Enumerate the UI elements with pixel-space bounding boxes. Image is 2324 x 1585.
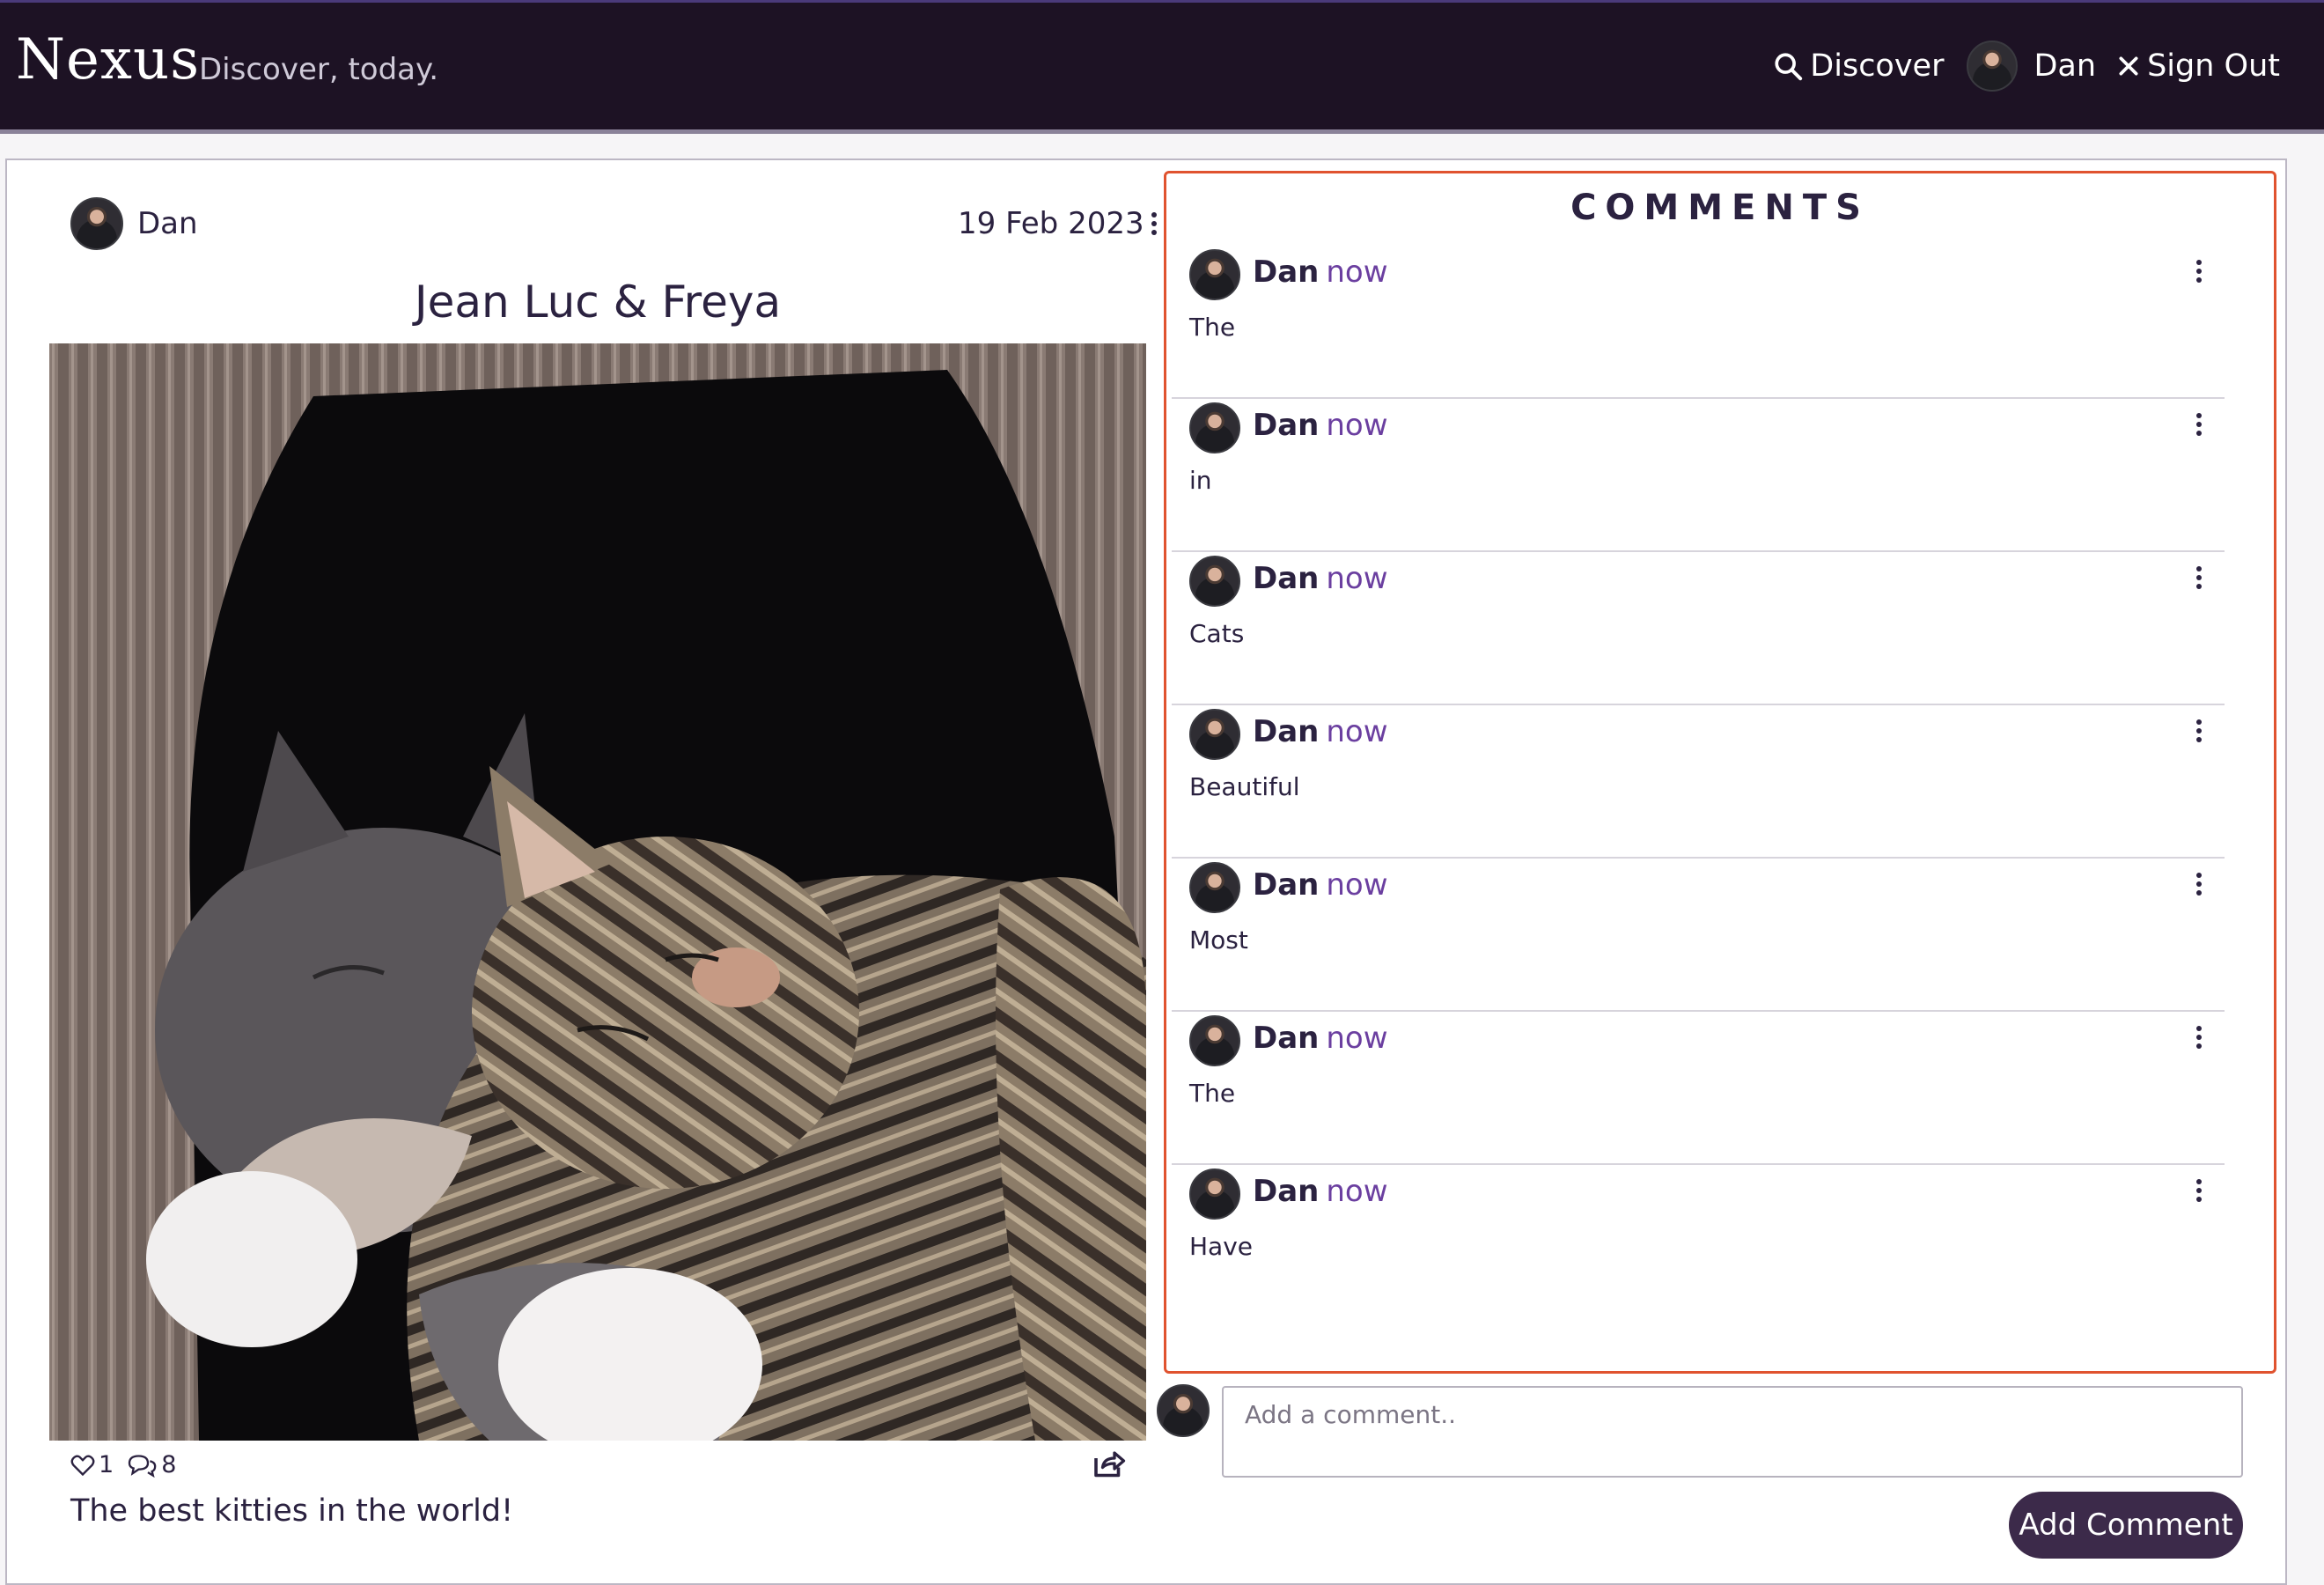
post-date-row: 19 Feb 2023 xyxy=(958,206,1157,241)
comment-author-line: Dan now xyxy=(1253,1174,1388,1209)
comment-author-line: Dan now xyxy=(1253,408,1388,443)
comment-avatar[interactable] xyxy=(1189,709,1240,760)
comment-author[interactable]: Dan xyxy=(1253,1021,1319,1056)
close-icon xyxy=(2119,56,2138,76)
comment-author-line: Dan now xyxy=(1253,867,1388,903)
comments-count: 8 xyxy=(161,1451,177,1478)
comment-time: now xyxy=(1326,561,1388,596)
comment-author[interactable]: Dan xyxy=(1253,714,1319,749)
current-user-avatar[interactable] xyxy=(1157,1384,1210,1437)
search-icon xyxy=(1775,53,1803,81)
comment-options-icon[interactable] xyxy=(2196,413,2202,436)
comment-options-icon[interactable] xyxy=(2196,873,2202,896)
comment-body: The xyxy=(1189,1079,1236,1108)
comment-options-icon[interactable] xyxy=(2196,719,2202,742)
nav-discover-label: Discover xyxy=(1810,48,1945,84)
comments-title: COMMENTS xyxy=(1570,188,1870,228)
comment-list: Dan now The Dan now in Dan now Cats Dan now … xyxy=(1172,246,2225,1318)
comment-author-line: Dan now xyxy=(1253,1021,1388,1056)
comment-time: now xyxy=(1326,714,1388,749)
comment-options-icon[interactable] xyxy=(2196,1026,2202,1049)
share-icon[interactable] xyxy=(1092,1448,1127,1479)
comment-item: Dan now Beautiful xyxy=(1172,705,2225,859)
comment-item: Dan now Most xyxy=(1172,859,2225,1012)
likes-count: 1 xyxy=(99,1451,114,1478)
nav-links: Discover Dan Sign Out xyxy=(1752,38,2280,94)
comment-item: Dan now The xyxy=(1172,1012,2225,1165)
comment-body: The xyxy=(1189,313,1236,342)
comment-author[interactable]: Dan xyxy=(1253,254,1319,290)
comment-time: now xyxy=(1326,867,1388,903)
comment-author[interactable]: Dan xyxy=(1253,867,1319,903)
post-stats: 1 8 xyxy=(70,1451,188,1478)
post-author[interactable]: Dan xyxy=(70,197,198,250)
brand-logo[interactable]: Nexus xyxy=(16,27,200,92)
comment-avatar[interactable] xyxy=(1189,249,1240,300)
comment-author[interactable]: Dan xyxy=(1253,408,1319,443)
nav-signout-label: Sign Out xyxy=(2147,48,2280,84)
comment-item: Dan now Cats xyxy=(1172,552,2225,705)
comment-avatar[interactable] xyxy=(1189,1168,1240,1220)
comment-item: Dan now Have xyxy=(1172,1165,2225,1318)
post-image xyxy=(49,343,1146,1441)
add-comment-input[interactable] xyxy=(1222,1386,2243,1478)
post-options-icon[interactable] xyxy=(1151,212,1157,235)
comment-body: Beautiful xyxy=(1189,772,1300,801)
comment-options-icon[interactable] xyxy=(2196,566,2202,589)
nav-user-avatar[interactable] xyxy=(1967,41,2019,92)
comment-body: Most xyxy=(1189,925,1248,955)
comment-body: in xyxy=(1189,466,1212,495)
post-date: 19 Feb 2023 xyxy=(958,206,1144,241)
comment-avatar[interactable] xyxy=(1189,862,1240,913)
comment-time: now xyxy=(1326,1021,1388,1056)
heart-icon[interactable] xyxy=(70,1454,95,1477)
add-comment-button[interactable]: Add Comment xyxy=(2009,1492,2243,1559)
comment-time: now xyxy=(1326,254,1388,290)
post-author-avatar[interactable] xyxy=(70,197,123,250)
comment-body: Cats xyxy=(1189,619,1245,648)
top-navbar: Nexus Discover, today. Discover Dan Sign… xyxy=(0,0,2324,134)
post-title: Jean Luc & Freya xyxy=(414,276,782,328)
comment-author[interactable]: Dan xyxy=(1253,1174,1319,1209)
comment-item: Dan now in xyxy=(1172,399,2225,552)
nav-user-name[interactable]: Dan xyxy=(2034,48,2096,84)
post-caption: The best kitties in the world! xyxy=(70,1493,514,1529)
comment-author[interactable]: Dan xyxy=(1253,561,1319,596)
comment-avatar[interactable] xyxy=(1189,402,1240,453)
comment-item: Dan now The xyxy=(1172,246,2225,399)
comment-avatar[interactable] xyxy=(1189,1015,1240,1066)
comment-author-line: Dan now xyxy=(1253,254,1388,290)
comment-time: now xyxy=(1326,1174,1388,1209)
post-author-name[interactable]: Dan xyxy=(137,206,198,241)
comments-icon[interactable] xyxy=(126,1453,158,1478)
brand-tagline: Discover, today. xyxy=(199,52,439,87)
nav-signout-link[interactable]: Sign Out xyxy=(2117,48,2280,84)
nav-discover-link[interactable]: Discover xyxy=(1773,48,1944,84)
comment-options-icon[interactable] xyxy=(2196,260,2202,283)
comment-options-icon[interactable] xyxy=(2196,1179,2202,1202)
comment-avatar[interactable] xyxy=(1189,556,1240,607)
comment-author-line: Dan now xyxy=(1253,561,1388,596)
comments-panel: COMMENTS Dan now The Dan now in Dan now Cat… xyxy=(1164,171,2276,1374)
comment-body: Have xyxy=(1189,1232,1254,1261)
comment-time: now xyxy=(1326,408,1388,443)
comment-author-line: Dan now xyxy=(1253,714,1388,749)
